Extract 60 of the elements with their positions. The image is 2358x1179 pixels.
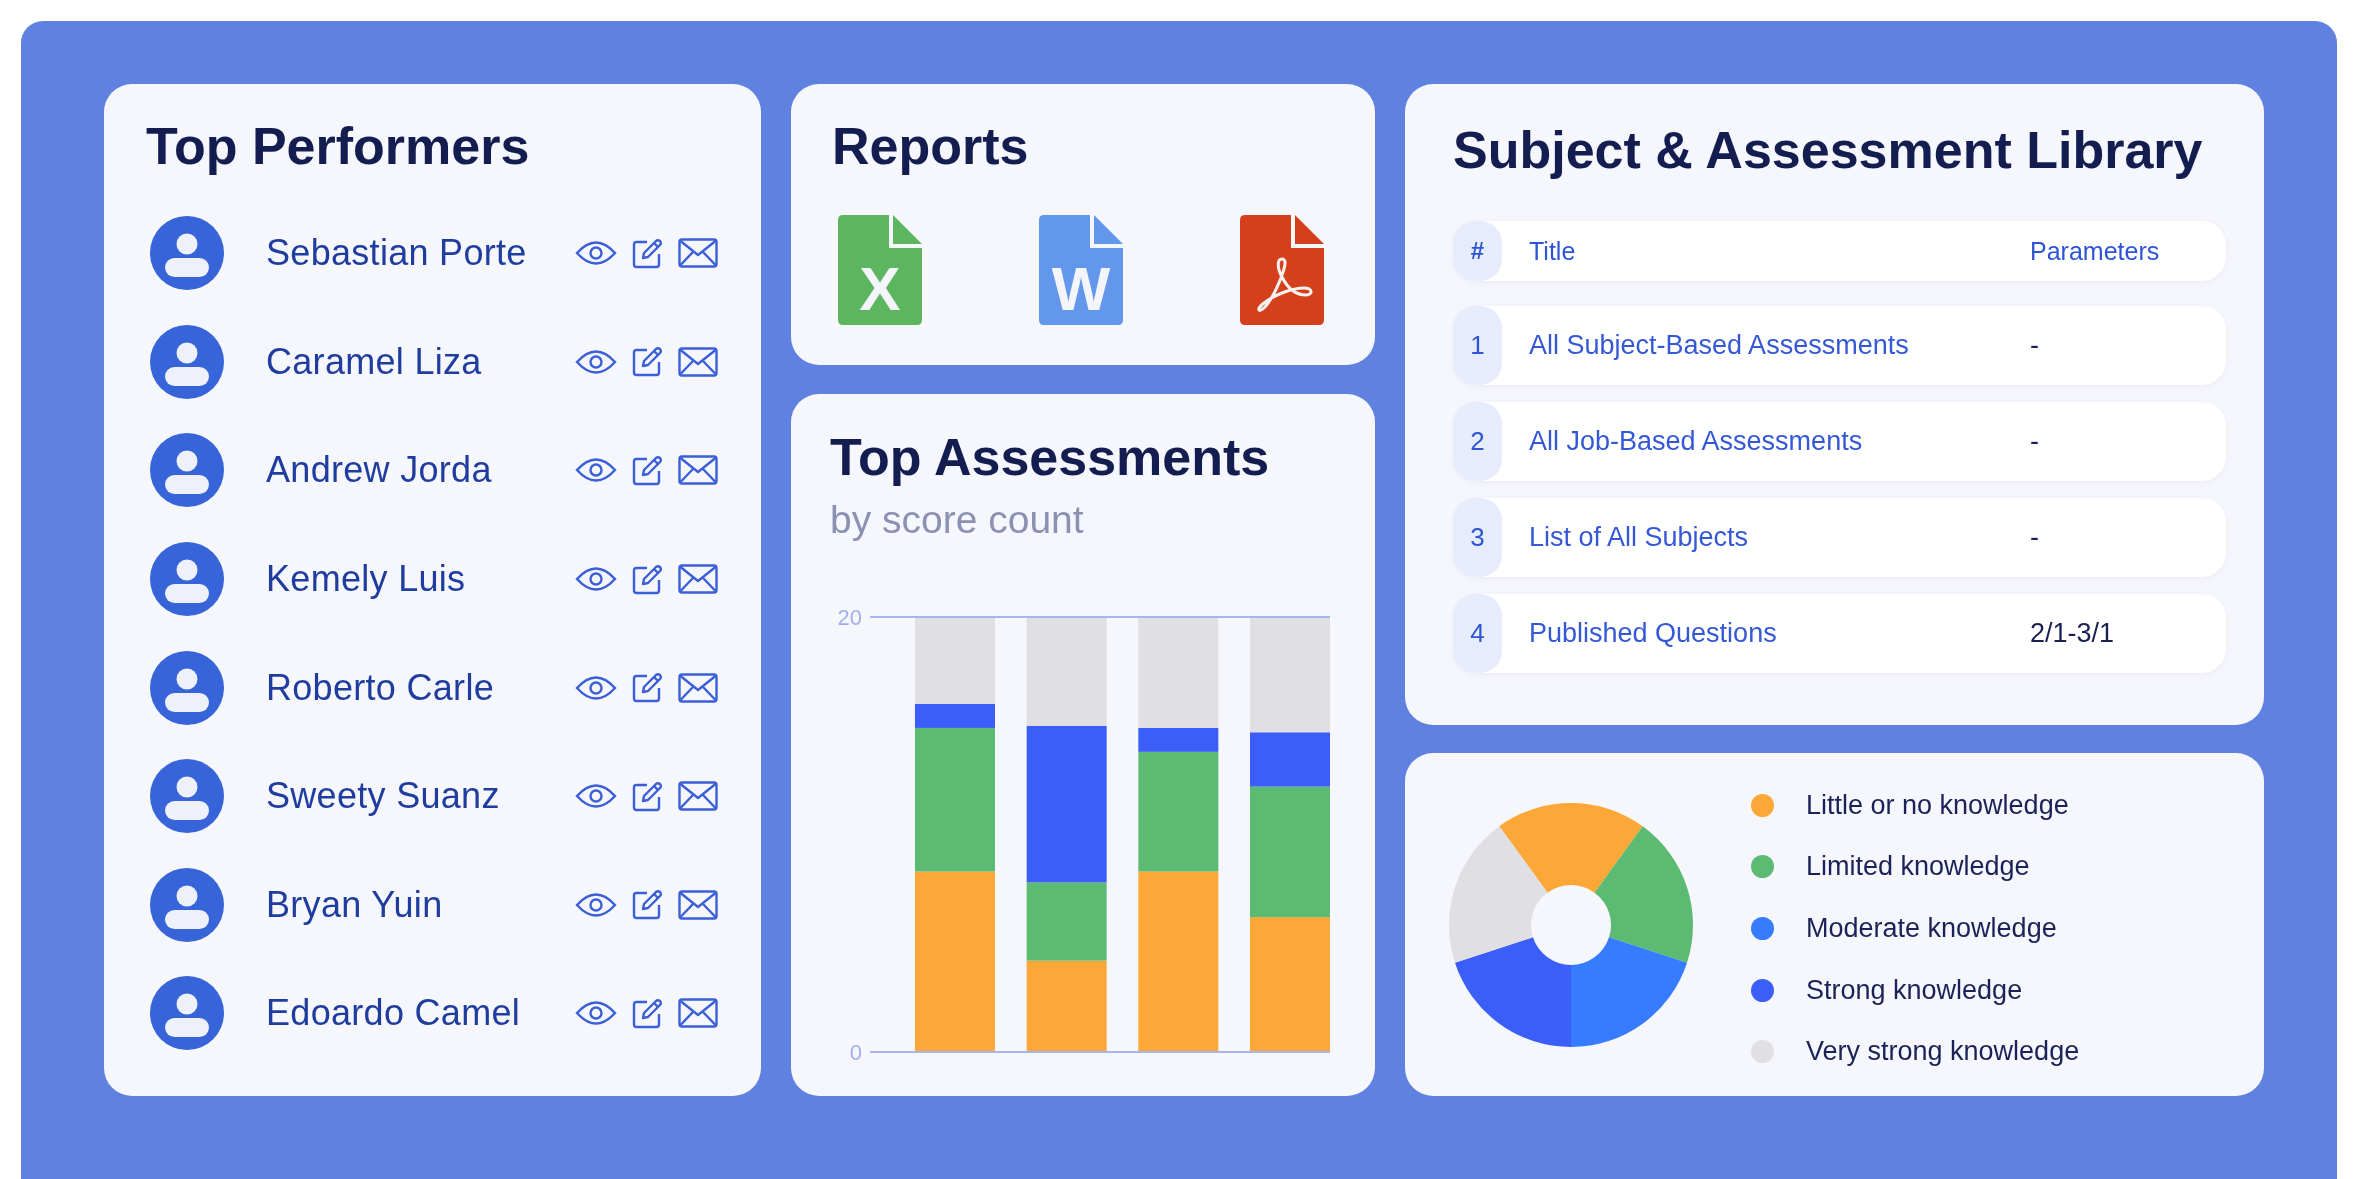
assessment-link[interactable]: All Job-Based Assessments bbox=[1529, 426, 1863, 456]
avatar-icon bbox=[150, 542, 224, 617]
person-name: Andrew Jorda bbox=[266, 449, 492, 492]
legend-label: Limited knowledge bbox=[1806, 851, 2030, 883]
pdf-file-icon[interactable] bbox=[1240, 215, 1324, 325]
row-number: 1 bbox=[1453, 306, 1502, 385]
avatar-icon bbox=[150, 216, 224, 291]
envelope-icon[interactable] bbox=[678, 672, 718, 703]
assessment-link[interactable]: All Subject-Based Assessments bbox=[1529, 330, 1909, 360]
envelope-icon[interactable] bbox=[678, 889, 718, 920]
legend-label: Very strong knowledge bbox=[1806, 1036, 2080, 1068]
legend-label: Strong knowledge bbox=[1806, 974, 2023, 1006]
pencil-icon[interactable] bbox=[632, 563, 663, 595]
row-number: 4 bbox=[1453, 594, 1502, 673]
avatar-icon bbox=[150, 867, 224, 942]
person-name: Sebastian Porte bbox=[266, 232, 527, 275]
axis-label: 0 bbox=[849, 1040, 862, 1065]
pencil-icon[interactable] bbox=[632, 237, 663, 269]
assessment-link[interactable]: Published Questions bbox=[1529, 618, 1777, 648]
column-header: # bbox=[1453, 221, 1502, 281]
avatar-icon bbox=[150, 650, 224, 725]
envelope-icon[interactable] bbox=[678, 564, 718, 595]
column-header: Title bbox=[1529, 236, 1576, 265]
person-name: Roberto Carle bbox=[266, 666, 494, 709]
pencil-icon[interactable] bbox=[632, 455, 663, 486]
card-title: Reports bbox=[832, 116, 1029, 176]
pencil-icon[interactable] bbox=[632, 346, 663, 378]
person-name: Bryan Yuin bbox=[266, 883, 443, 926]
column-header: Parameters bbox=[2030, 236, 2160, 266]
row-number: 3 bbox=[1453, 498, 1502, 577]
avatar-icon bbox=[150, 433, 224, 508]
envelope-icon[interactable] bbox=[678, 455, 718, 486]
card-title: Subject & Assessment Library bbox=[1453, 120, 2203, 180]
person-name: Sweety Suanz bbox=[266, 775, 500, 818]
person-name: Kemely Luis bbox=[266, 558, 466, 601]
envelope-icon[interactable] bbox=[678, 781, 718, 812]
envelope-icon[interactable] bbox=[678, 238, 718, 269]
axis-label: 20 bbox=[837, 605, 862, 630]
person-name: Edoardo Camel bbox=[266, 992, 521, 1035]
legend-label: Little or no knowledge bbox=[1806, 789, 2069, 821]
person-name: Caramel Liza bbox=[266, 340, 482, 383]
pencil-icon[interactable] bbox=[632, 997, 663, 1029]
legend-label: Moderate knowledge bbox=[1806, 913, 2057, 944]
parameter-cell: - bbox=[2030, 426, 2039, 457]
card-title: Top Assessments bbox=[830, 429, 1270, 485]
avatar-icon bbox=[150, 324, 224, 399]
parameter-cell: - bbox=[2030, 522, 2039, 553]
avatar-icon bbox=[150, 976, 224, 1051]
pencil-icon[interactable] bbox=[632, 672, 663, 704]
avatar-icon bbox=[150, 759, 224, 834]
envelope-icon[interactable] bbox=[678, 346, 718, 377]
card-title: Top Performers bbox=[146, 116, 530, 176]
parameter-cell: - bbox=[2030, 330, 2039, 361]
pencil-icon[interactable] bbox=[632, 780, 663, 812]
assessment-link[interactable]: List of All Subjects bbox=[1529, 522, 1749, 552]
card-subtitle: by score count bbox=[830, 497, 1084, 543]
pencil-icon[interactable] bbox=[632, 889, 663, 921]
parameter-cell: 2/1-3/1 bbox=[2030, 618, 2115, 649]
row-number: 2 bbox=[1453, 402, 1502, 481]
envelope-icon[interactable] bbox=[678, 998, 718, 1029]
